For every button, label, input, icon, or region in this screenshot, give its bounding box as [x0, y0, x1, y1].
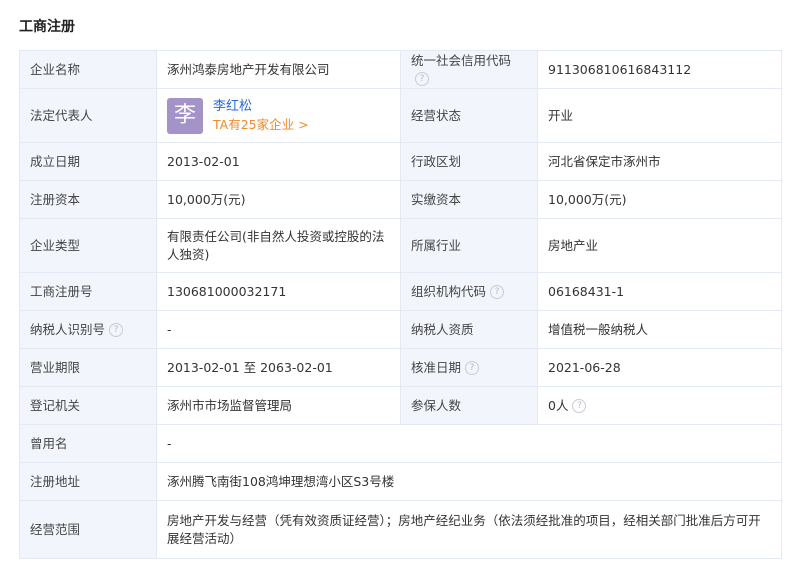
legal-rep-value: 李 李红松 TA有25家企业 >: [156, 88, 401, 143]
business-term-value: 2013-02-01 至 2063-02-01: [156, 348, 401, 387]
table-row: 营业期限 2013-02-01 至 2063-02-01 核准日期? 2021-…: [19, 348, 782, 387]
former-name-label: 曾用名: [19, 424, 157, 463]
business-scope-label: 经营范围: [19, 500, 157, 559]
table-row: 成立日期 2013-02-01 行政区划 河北省保定市涿州市: [19, 142, 782, 181]
company-type-label: 企业类型: [19, 218, 157, 273]
region-label: 行政区划: [400, 142, 538, 181]
established-value: 2013-02-01: [156, 142, 401, 181]
established-label: 成立日期: [19, 142, 157, 181]
business-term-label: 营业期限: [19, 348, 157, 387]
business-registration-panel: 工商注册 企业名称 涿州鸿泰房地产开发有限公司 统一社会信用代码? 911306…: [0, 0, 800, 578]
table-row: 曾用名 -: [19, 424, 782, 463]
legal-rep-label: 法定代表人: [19, 88, 157, 143]
help-icon[interactable]: ?: [490, 285, 505, 299]
industry-value: 房地产业: [537, 218, 782, 273]
table-row: 法定代表人 李 李红松 TA有25家企业 > 经营状态 开业: [19, 88, 782, 143]
taxpayer-id-value: -: [156, 310, 401, 349]
reg-address-label: 注册地址: [19, 462, 157, 501]
credit-code-label: 统一社会信用代码: [411, 52, 512, 68]
related-companies-link[interactable]: TA有25家企业 >: [213, 116, 309, 134]
business-scope-value: 房地产开发与经营（凭有效资质证经营）；房地产经纪业务（依法须经批准的项目，经相关…: [156, 500, 782, 559]
credit-code-label-cell: 统一社会信用代码?: [400, 50, 538, 89]
table-row: 注册地址 涿州腾飞南街108鸿坤理想湾小区S3号楼: [19, 462, 782, 501]
help-icon[interactable]: ?: [465, 361, 480, 375]
help-icon[interactable]: ?: [572, 399, 587, 413]
paid-capital-label: 实缴资本: [400, 180, 538, 219]
help-icon[interactable]: ?: [415, 72, 429, 86]
insured-count-label: 参保人数: [400, 386, 538, 425]
avatar: 李: [167, 97, 203, 134]
help-icon[interactable]: ?: [109, 323, 124, 337]
taxpayer-id-label-cell: 纳税人识别号?: [19, 310, 157, 349]
org-code-label-cell: 组织机构代码?: [400, 272, 538, 311]
reg-authority-value: 涿州市市场监督管理局: [156, 386, 401, 425]
approval-date-label: 核准日期: [411, 359, 462, 375]
company-name-value: 涿州鸿泰房地产开发有限公司: [156, 50, 401, 89]
reg-number-label: 工商注册号: [19, 272, 157, 311]
industry-label: 所属行业: [400, 218, 538, 273]
former-name-value: -: [156, 424, 782, 463]
status-value: 开业: [537, 88, 782, 143]
table-row: 企业类型 有限责任公司(非自然人投资或控股的法人独资) 所属行业 房地产业: [19, 218, 782, 273]
credit-code-value: 911306810616843112: [537, 50, 782, 89]
table-row: 注册资本 10,000万(元) 实缴资本 10,000万(元): [19, 180, 782, 219]
table-row: 企业名称 涿州鸿泰房地产开发有限公司 统一社会信用代码? 91130681061…: [19, 50, 782, 89]
org-code-label: 组织机构代码: [411, 283, 487, 299]
reg-number-value: 130681000032171: [156, 272, 401, 311]
reg-address-value: 涿州腾飞南街108鸿坤理想湾小区S3号楼: [156, 462, 782, 501]
taxpayer-qual-value: 增值税一般纳税人: [537, 310, 782, 349]
company-name-label: 企业名称: [19, 50, 157, 89]
table-row: 经营范围 房地产开发与经营（凭有效资质证经营）；房地产经纪业务（依法须经批准的项…: [19, 500, 782, 559]
region-value: 河北省保定市涿州市: [537, 142, 782, 181]
table-row: 纳税人识别号? - 纳税人资质 增值税一般纳税人: [19, 310, 782, 349]
registration-info-table: 企业名称 涿州鸿泰房地产开发有限公司 统一社会信用代码? 91130681061…: [19, 50, 782, 559]
taxpayer-qual-label: 纳税人资质: [400, 310, 538, 349]
table-row: 工商注册号 130681000032171 组织机构代码? 06168431-1: [19, 272, 782, 311]
insured-count-value: 0人: [548, 397, 569, 413]
paid-capital-value: 10,000万(元): [537, 180, 782, 219]
reg-capital-label: 注册资本: [19, 180, 157, 219]
legal-rep-name-link[interactable]: 李红松: [213, 98, 309, 116]
status-label: 经营状态: [400, 88, 538, 143]
reg-authority-label: 登记机关: [19, 386, 157, 425]
section-title: 工商注册: [19, 19, 75, 35]
table-row: 登记机关 涿州市市场监督管理局 参保人数 0人?: [19, 386, 782, 425]
org-code-value: 06168431-1: [537, 272, 782, 311]
approval-date-value: 2021-06-28: [537, 348, 782, 387]
company-type-value: 有限责任公司(非自然人投资或控股的法人独资): [156, 218, 401, 273]
approval-date-label-cell: 核准日期?: [400, 348, 538, 387]
reg-capital-value: 10,000万(元): [156, 180, 401, 219]
taxpayer-id-label: 纳税人识别号: [30, 321, 106, 337]
insured-count-value-cell: 0人?: [537, 386, 782, 425]
